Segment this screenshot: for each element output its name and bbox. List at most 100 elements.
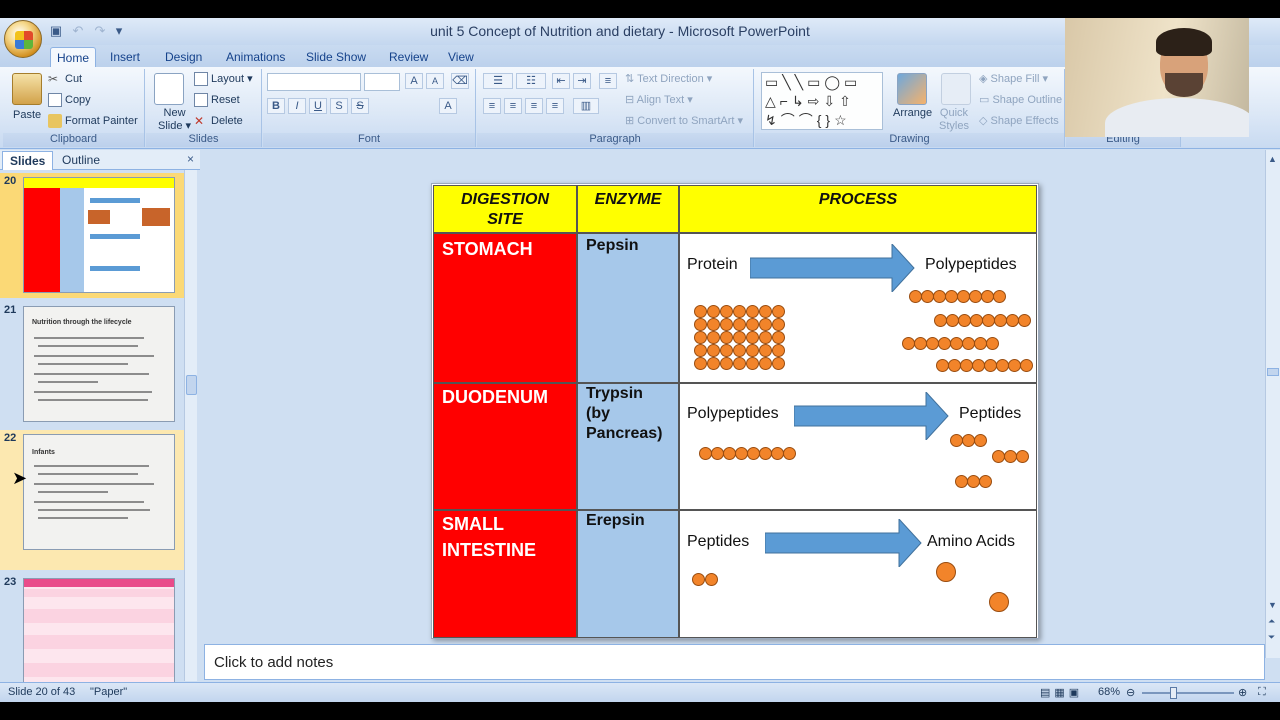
molecule-dot — [772, 305, 785, 318]
scroll-down-icon[interactable]: ▼ — [1268, 600, 1277, 610]
scroll-thumb[interactable] — [186, 375, 197, 395]
mini-row — [24, 635, 174, 649]
mini-arrow — [90, 266, 140, 271]
editing-scrollbar[interactable]: ▲ ▼ ⏶ ⏷ — [1265, 150, 1280, 658]
columns-icon[interactable]: ▥ — [573, 98, 599, 114]
molecule-dot — [1020, 359, 1033, 372]
view-buttons[interactable]: ▤▦▣ — [1040, 686, 1083, 699]
format-painter-button[interactable]: Format Painter — [48, 114, 138, 128]
zoom-slider[interactable] — [1142, 692, 1234, 694]
slide-counter: Slide 20 of 43 — [8, 686, 76, 698]
text-direction-button[interactable]: ⇅ Text Direction ▾ — [625, 72, 712, 85]
tab-insert[interactable]: Insert — [104, 47, 146, 67]
slide-thumbnail-21[interactable]: 21 Nutrition through the lifecycle — [0, 302, 186, 427]
shapes-gallery[interactable]: ▭╲╲▭◯▭ △⌐↳⇨⇩⇧ ↯⌒⌒{}☆ — [761, 72, 883, 130]
shape-fill-button[interactable]: ◈ Shape Fill ▾ — [979, 72, 1048, 85]
previous-slide-icon[interactable]: ⏶ — [1268, 616, 1275, 627]
enzyme-erepsin: Erepsin — [577, 510, 679, 638]
layout-button[interactable]: Layout ▾ — [194, 72, 253, 87]
delete-button[interactable]: ✕ Delete — [194, 114, 243, 128]
zoom-slider-thumb[interactable] — [1170, 687, 1177, 699]
slide-thumbnail-23[interactable]: 23 — [0, 574, 186, 699]
numbering-icon[interactable]: ☷ — [516, 73, 546, 89]
notes-pane[interactable]: Click to add notes — [204, 644, 1265, 680]
shape-outline-button[interactable]: ▭ Shape Outline — [979, 93, 1062, 106]
fit-slide-icon[interactable]: ⛶ — [1258, 686, 1266, 699]
cut-button[interactable]: ✂ Cut — [48, 72, 82, 86]
shadow-button[interactable]: S — [330, 98, 348, 114]
tab-home[interactable]: Home — [50, 47, 97, 67]
slide-number: 20 — [4, 175, 17, 187]
reset-button[interactable]: Reset — [194, 93, 240, 107]
tab-review[interactable]: Review — [383, 47, 434, 67]
arrange-icon[interactable] — [897, 73, 927, 105]
molecule-dot — [772, 318, 785, 331]
outline-icon: ▭ — [979, 94, 993, 106]
tab-slide-show[interactable]: Slide Show — [300, 47, 372, 67]
molecule-dot — [746, 344, 759, 357]
font-name-combo[interactable] — [267, 73, 361, 91]
scroll-thumb[interactable] — [1267, 368, 1279, 376]
bullets-icon[interactable]: ☰ — [483, 73, 513, 89]
molecule-dot — [733, 305, 746, 318]
paste-icon[interactable] — [12, 73, 42, 105]
increase-indent-icon[interactable]: ⇥ — [573, 73, 591, 89]
tab-outline[interactable]: Outline — [55, 151, 107, 170]
italic-button[interactable]: I — [288, 98, 306, 114]
site-text: SMALL INTESTINE — [442, 514, 537, 560]
tab-animations[interactable]: Animations — [220, 47, 291, 67]
quick-styles-icon[interactable] — [941, 73, 971, 105]
paste-button[interactable]: Paste — [13, 109, 41, 121]
slides-pane-scrollbar[interactable] — [184, 170, 197, 681]
align-text-button[interactable]: ⊟ Align Text ▾ — [625, 93, 693, 106]
process-from-protein: Protein — [687, 256, 738, 273]
molecule-dot — [772, 344, 785, 357]
molecule-dot — [707, 305, 720, 318]
current-slide[interactable]: DIGESTION SITE ENZYME PROCESS STOMACH Pe… — [431, 183, 1039, 639]
underline-button[interactable]: U — [309, 98, 327, 114]
zoom-out-icon[interactable]: ⊖ — [1126, 686, 1135, 699]
strike-button[interactable]: S — [351, 98, 369, 114]
new-slide-button[interactable]: New Slide ▾ — [158, 107, 191, 133]
new-slide-icon[interactable] — [154, 73, 184, 105]
quick-styles-button[interactable]: Quick Styles — [939, 107, 969, 133]
font-color-icon[interactable]: A — [439, 98, 457, 114]
office-button[interactable] — [4, 20, 42, 58]
scroll-up-icon[interactable]: ▲ — [1268, 154, 1277, 164]
thumb-text-line — [38, 517, 128, 519]
convert-smartart-button[interactable]: ⊞ Convert to SmartArt ▾ — [625, 114, 743, 127]
clear-format-icon[interactable]: ⌫ — [451, 73, 469, 89]
arrange-button[interactable]: Arrange — [893, 107, 932, 119]
shrink-font-icon[interactable]: A — [426, 73, 444, 89]
justify-icon[interactable]: ≡ — [546, 98, 564, 114]
tab-design[interactable]: Design — [159, 47, 208, 67]
line-spacing-icon[interactable]: ≡ — [599, 73, 617, 89]
slide-number: 21 — [4, 304, 17, 316]
slide-editing-area: DIGESTION SITE ENZYME PROCESS STOMACH Pe… — [204, 150, 1265, 658]
slide-thumbnail-20[interactable]: 20 — [0, 173, 186, 298]
shape-effects-button[interactable]: ◇ Shape Effects — [979, 114, 1059, 127]
next-slide-icon[interactable]: ⏷ — [1268, 632, 1275, 643]
bold-button[interactable]: B — [267, 98, 285, 114]
copy-button[interactable]: Copy — [48, 93, 91, 107]
thumb-text-line — [34, 501, 144, 503]
align-left-icon[interactable]: ≡ — [483, 98, 501, 114]
zoom-in-icon[interactable]: ⊕ — [1238, 686, 1247, 699]
molecule-dot — [993, 290, 1006, 303]
tab-slides[interactable]: Slides — [2, 151, 54, 170]
font-size-combo[interactable] — [364, 73, 400, 91]
header-text: ENZYME — [594, 191, 662, 208]
grow-font-icon[interactable]: A — [405, 73, 423, 89]
align-center-icon[interactable]: ≡ — [504, 98, 522, 114]
mouse-cursor-icon: ➤ — [12, 468, 28, 488]
thumbnail-preview — [23, 177, 175, 293]
thumb-text-line — [34, 355, 154, 357]
decrease-indent-icon[interactable]: ⇤ — [552, 73, 570, 89]
slide-thumbnail-22[interactable]: 22 Infants ➤ — [0, 430, 186, 570]
slides-group: New Slide ▾ Layout ▾ Reset ✕ Delete Slides — [146, 69, 262, 147]
zoom-level[interactable]: 68% — [1098, 686, 1120, 698]
slides-pane: Slides Outline × 20 21 Nutrition through… — [0, 150, 200, 694]
close-icon[interactable]: × — [187, 152, 194, 166]
align-right-icon[interactable]: ≡ — [525, 98, 543, 114]
tab-view[interactable]: View — [442, 47, 480, 67]
